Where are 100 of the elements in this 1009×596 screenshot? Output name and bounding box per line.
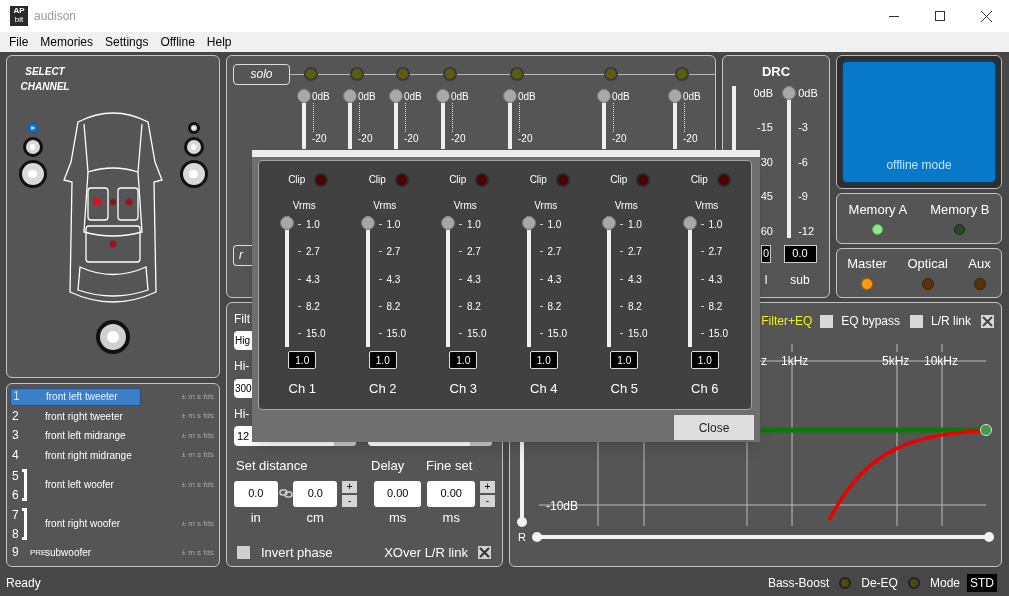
- level-slider[interactable]: [280, 216, 294, 347]
- channel-list-item[interactable]: 1 front left tweeter: [10, 387, 141, 406]
- channel-list-item[interactable]: 5 6 front left woofer: [10, 466, 141, 503]
- curve-handle[interactable]: [980, 424, 992, 436]
- volume-slider[interactable]: [668, 89, 682, 149]
- slider-thumb[interactable]: [602, 216, 616, 230]
- speaker-midrange-icon[interactable]: [22, 137, 43, 157]
- channel-label: Ch 1: [288, 380, 316, 398]
- range-slider[interactable]: [532, 532, 994, 542]
- value-display: 0.0: [783, 244, 817, 263]
- memory-label: Memory B: [930, 201, 990, 219]
- channel-list-item[interactable]: 3 front left midrange: [10, 426, 141, 445]
- scale-label: -6: [798, 154, 808, 169]
- decrement-button[interactable]: -: [342, 494, 358, 507]
- channel-number: 4: [12, 446, 20, 464]
- mode-label[interactable]: Filter+EQ: [761, 312, 813, 330]
- channel-number: 8: [12, 525, 20, 543]
- level-slider[interactable]: [441, 216, 455, 347]
- level-slider[interactable]: [360, 216, 375, 347]
- scale-label: 15.0: [467, 327, 487, 341]
- slider-thumb[interactable]: [532, 532, 542, 542]
- slider-label: sub: [790, 271, 810, 289]
- checkbox[interactable]: [820, 314, 834, 328]
- slider-thumb[interactable]: [389, 89, 403, 103]
- scale-label: 1.0: [306, 218, 320, 232]
- slider-thumb[interactable]: [343, 89, 357, 103]
- scale-label: 8.2: [386, 299, 401, 314]
- channel-label: Ch 2: [369, 380, 397, 398]
- number-field[interactable]: 0.00: [427, 480, 475, 507]
- close-button[interactable]: Close: [674, 415, 754, 440]
- volume-slider[interactable]: [343, 89, 357, 149]
- slider-thumb[interactable]: [984, 532, 994, 542]
- scale-label: 8.2: [306, 299, 320, 314]
- speaker-midrange-icon[interactable]: [183, 137, 204, 157]
- volume-slider[interactable]: [297, 89, 311, 149]
- scale-label: -20: [683, 134, 699, 144]
- value-display: 1.0: [690, 351, 719, 369]
- volume-slider[interactable]: [389, 89, 403, 149]
- value-display: 1.0: [449, 351, 478, 369]
- slider-thumb[interactable]: [436, 89, 450, 103]
- checkbox[interactable]: [981, 314, 994, 328]
- scale-label: 4.3: [386, 272, 401, 287]
- speaker-woofer-icon[interactable]: [18, 160, 47, 188]
- speaker-tweeter-icon[interactable]: [187, 122, 200, 134]
- menu-item[interactable]: Memories: [35, 33, 99, 51]
- scale-label: 2.7: [708, 245, 723, 260]
- slider-thumb[interactable]: [682, 216, 697, 230]
- slider-thumb[interactable]: [517, 517, 527, 527]
- increment-button[interactable]: +: [480, 480, 495, 493]
- checkbox[interactable]: [237, 546, 250, 560]
- volume-slider[interactable]: [597, 89, 611, 149]
- number-field[interactable]: 0.00: [373, 480, 422, 507]
- scale-label: -20: [358, 134, 374, 144]
- channel-list-item[interactable]: 9 PREsubwoofer: [10, 543, 141, 562]
- tick-marks: [613, 103, 614, 132]
- solo-button[interactable]: solo: [233, 63, 290, 85]
- slider-thumb[interactable]: [280, 216, 294, 230]
- channel-list-item[interactable]: 4 front right midrange: [10, 446, 141, 465]
- menu-item[interactable]: Settings: [100, 33, 154, 51]
- channel-list-item[interactable]: 2 front right tweeter: [10, 407, 141, 426]
- scale-label: 60: [760, 223, 773, 238]
- level-slider[interactable]: [682, 216, 697, 347]
- frequency-label: 1kHz: [781, 354, 809, 368]
- checkbox[interactable]: [910, 314, 923, 328]
- panel-title: DRC: [761, 63, 791, 81]
- speaker-woofer-icon[interactable]: [179, 160, 208, 188]
- scale-label: 0dB: [612, 89, 630, 104]
- channel-list-item[interactable]: 7 8 front right woofer: [10, 505, 141, 542]
- scale-label: 2.7: [306, 245, 320, 260]
- slider-thumb[interactable]: [521, 216, 536, 230]
- slider-thumb[interactable]: [597, 89, 611, 103]
- bracket: [22, 468, 27, 501]
- channel-name: subwoofer: [45, 546, 92, 561]
- volume-slider[interactable]: [436, 89, 450, 149]
- unit-label: ms: [442, 508, 460, 527]
- number-field[interactable]: 0.0: [234, 480, 278, 507]
- slider-thumb[interactable]: [503, 89, 517, 103]
- increment-button[interactable]: +: [342, 480, 358, 493]
- level-slider[interactable]: [521, 216, 536, 347]
- sub-slider[interactable]: [782, 85, 797, 238]
- decrement-button[interactable]: -: [480, 494, 495, 507]
- slider-thumb[interactable]: [782, 85, 797, 100]
- subwoofer-icon[interactable]: [96, 320, 130, 354]
- slider-thumb[interactable]: [441, 216, 455, 230]
- menu-item[interactable]: Help: [201, 33, 237, 51]
- slider-thumb[interactable]: [297, 89, 311, 103]
- number-field[interactable]: 0.0: [293, 480, 338, 507]
- field-label: Delay: [371, 457, 406, 475]
- level-slider[interactable]: [602, 216, 616, 347]
- slider-thumb[interactable]: [668, 89, 682, 103]
- channel-name: front left woofer: [45, 478, 114, 492]
- scale-label: 0dB: [312, 89, 330, 104]
- slider-thumb[interactable]: [360, 216, 375, 230]
- checkbox[interactable]: [478, 546, 491, 560]
- channel-number: 7: [12, 506, 20, 524]
- menu-item[interactable]: Offline: [155, 33, 200, 51]
- volume-slider[interactable]: [503, 89, 517, 149]
- chain-link-icon[interactable]: [278, 488, 293, 498]
- menu-item[interactable]: File: [4, 33, 34, 51]
- scale-label: 0dB: [518, 89, 536, 104]
